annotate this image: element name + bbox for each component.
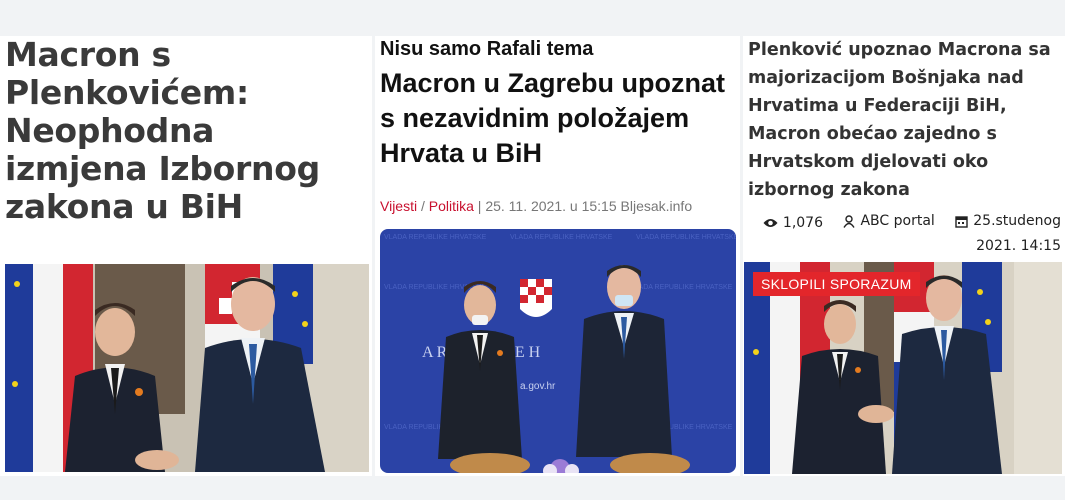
article-2-meta: Vijesti / Politika | 25. 11. 2021. u 15:… [380, 198, 692, 214]
article-card-3[interactable]: Plenković upoznao Macrona sa majorizacij… [743, 36, 1065, 476]
category-link-politika[interactable]: Politika [429, 198, 474, 214]
article-1-photo[interactable] [5, 264, 369, 472]
article-2-headline[interactable]: Macron u Zagrebu upoznat s nezavidnim po… [380, 66, 735, 171]
article-3-meta: 1,076 ABC portal 25.studenog 2021. 14:15 [743, 210, 1061, 257]
backdrop-text: VLADA REPUBLIKE HRVATSKE [384, 234, 487, 241]
views-value: 1,076 [782, 214, 824, 231]
article-3-badge: SKLOPILI SPORAZUM [753, 272, 920, 296]
article-card-2[interactable]: Nisu samo Rafali tema Macron u Zagrebu u… [375, 36, 740, 476]
views-count: 1,076 [763, 212, 823, 234]
article-2-kicker: Nisu samo Rafali tema [380, 38, 594, 60]
date-value: 25.studenog [973, 213, 1061, 229]
author-name[interactable]: ABC portal [860, 210, 934, 232]
backdrop-text: VLADA REPUBLIKE HRVATSKE [510, 234, 613, 241]
article-3-headline[interactable]: Plenković upoznao Macrona sa majorizacij… [748, 36, 1060, 204]
publish-date: 25.studenog [955, 210, 1061, 232]
article-2-date-source: | 25. 11. 2021. u 15:15 Bljesak.info [473, 198, 693, 214]
backdrop-text: VLADA REPUBLIKE HRVATSKE [630, 284, 733, 291]
category-separator: / [417, 198, 429, 214]
article-card-1[interactable]: Macron s Plenkovićem: Neophodna izmjena … [0, 36, 372, 476]
article-1-headline[interactable]: Macron s Plenkovićem: Neophodna izmjena … [5, 36, 367, 226]
user-icon [843, 214, 856, 228]
backdrop-url: a.gov.hr [520, 381, 556, 392]
time-value: 2021. 14:15 [976, 237, 1061, 254]
backdrop-text: VLADA REPUBLIKE HRVATSKE [636, 234, 736, 241]
article-2-photo[interactable]: VLADA REPUBLIKE HRVATSKE VLADA REPUBLIKE… [380, 229, 736, 473]
category-link-vijesti[interactable]: Vijesti [380, 198, 417, 214]
author[interactable]: ABC portal [843, 210, 935, 232]
eye-icon [763, 218, 778, 227]
calendar-icon [955, 215, 968, 228]
